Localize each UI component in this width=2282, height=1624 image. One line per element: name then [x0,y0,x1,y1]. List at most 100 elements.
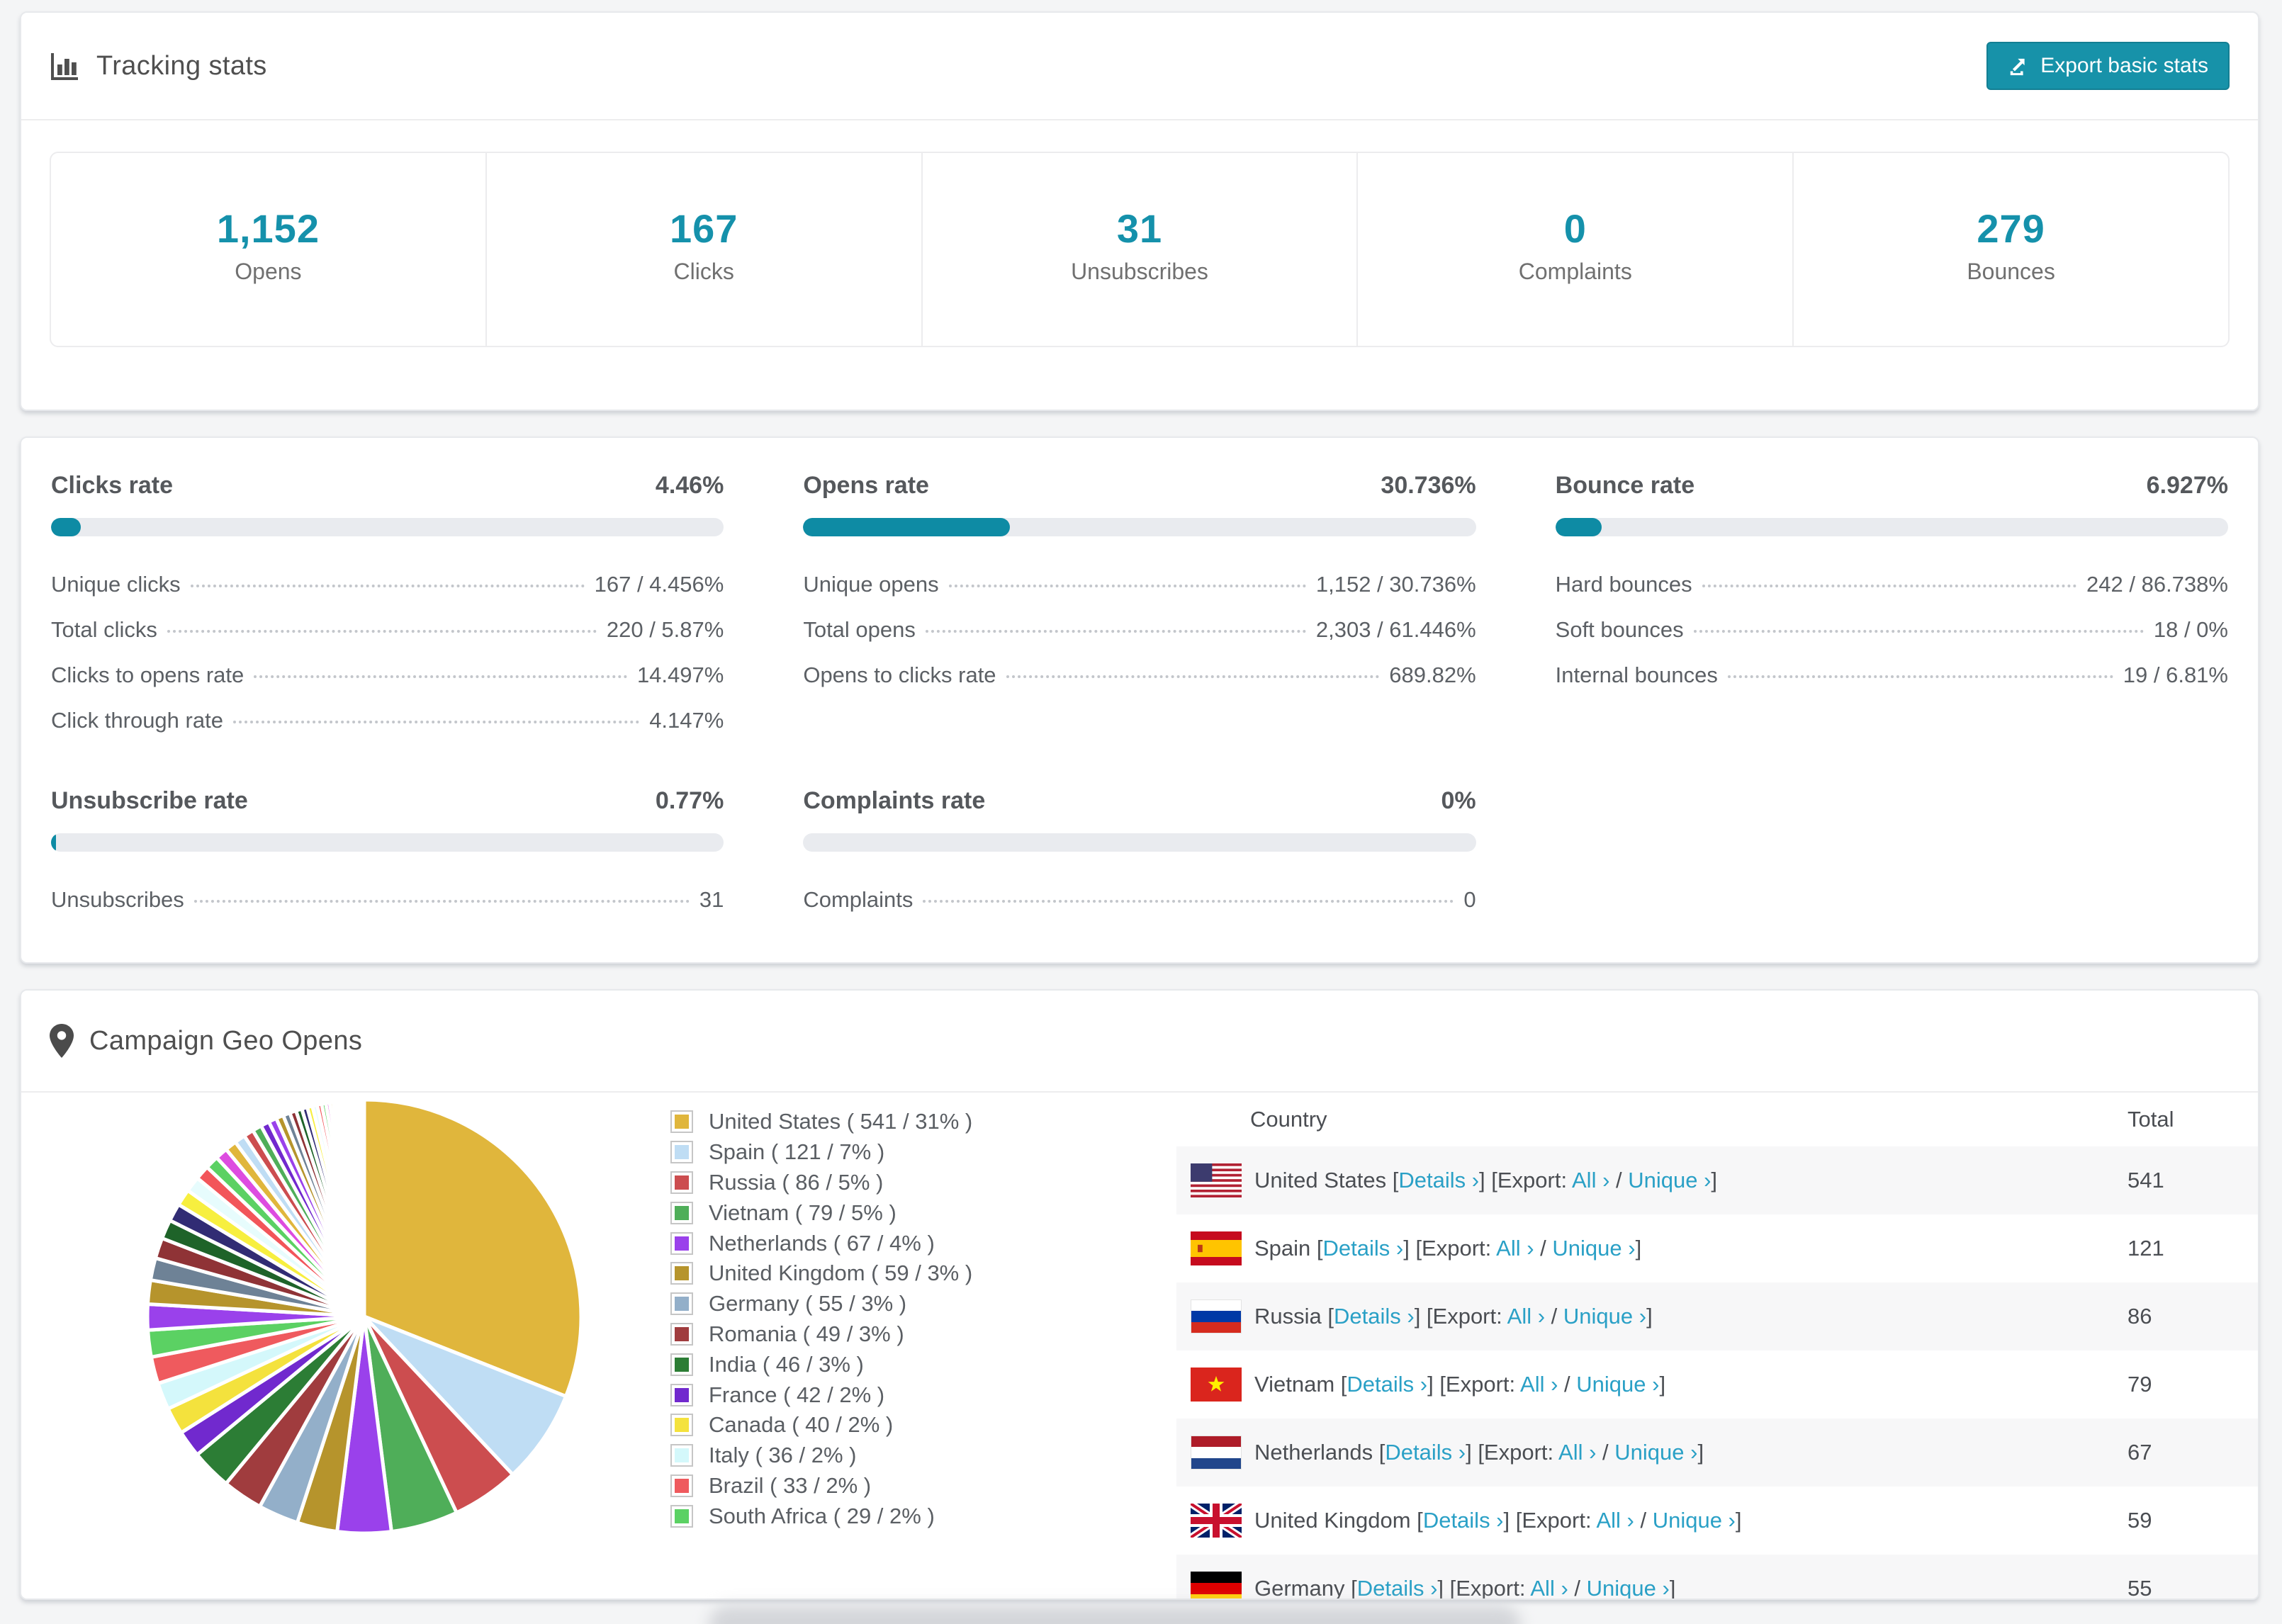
rate-progress-fill [803,518,1011,536]
row-total: 79 [2128,1372,2152,1397]
export-unique-link[interactable]: Unique › [1587,1576,1670,1598]
dotted-leader [232,721,640,723]
export-unique-link[interactable]: Unique › [1552,1236,1635,1261]
legend-label: United Kingdom ( 59 / 3% ) [709,1261,973,1286]
rate-row-label: Unique opens [803,572,939,597]
rate-row-label: Soft bounces [1555,617,1684,642]
stat-value: 31 [1116,206,1163,251]
rate-row-label: Hard bounces [1555,572,1692,597]
legend-item-vietnam[interactable]: Vietnam ( 79 / 5% ) [670,1197,972,1228]
legend-item-south-africa[interactable]: South Africa ( 29 / 2% ) [670,1501,972,1531]
rate-row-value: 18 / 0% [2153,617,2228,642]
rate-progress-fill [51,518,82,536]
germany-flag-icon [1191,1572,1242,1598]
geo-table-header: Country Total [1176,1093,2258,1146]
rate-row-value: 19 / 6.81% [2123,662,2228,687]
tracking-stats-header: Tracking stats Export basic stats [21,13,2258,120]
rate-rows: Unique opens 1,152 / 30.736% Total opens 2,… [803,572,1476,688]
rate-row-value: 689.82% [1389,662,1476,687]
rate-row: Complaints 0 [803,887,1476,913]
details-link[interactable]: Details › [1423,1508,1504,1533]
rate-progress-bar [1555,518,2228,536]
stat-box-opens: 1,152 Opens [51,153,487,346]
rate-section-complaints-rate: Complaints rate 0% Complaints 0 [803,787,1476,913]
rate-title: Bounce rate [1555,472,1695,499]
netherlands-flag-icon [1191,1436,1242,1470]
table-row-united-kingdom: United Kingdom [Details ›] [Export: All … [1176,1487,2258,1555]
country-cell-text: United Kingdom [Details ›] [Export: All … [1254,1508,1742,1533]
export-all-link[interactable]: All › [1530,1576,1568,1598]
rate-row-value: 220 / 5.87% [606,617,724,642]
export-all-link[interactable]: All › [1507,1304,1545,1329]
rate-value: 4.46% [655,472,724,499]
rate-value: 6.927% [2146,472,2228,499]
rate-row-label: Click through rate [51,708,223,733]
russia-flag-icon [1191,1299,1242,1333]
details-link[interactable]: Details › [1347,1372,1427,1397]
export-all-link[interactable]: All › [1572,1168,1609,1192]
rate-row-label: Unique clicks [51,572,181,597]
rate-section-clicks-rate: Clicks rate 4.46% Unique clicks 167 / 4.456… [51,472,724,733]
rate-row: Opens to clicks rate 689.82% [803,662,1476,688]
row-total: 55 [2128,1576,2152,1600]
export-all-link[interactable]: All › [1496,1236,1534,1261]
rate-row: Unique opens 1,152 / 30.736% [803,572,1476,597]
row-total: 67 [2128,1440,2152,1465]
dotted-leader [1006,675,1380,678]
details-link[interactable]: Details › [1385,1440,1466,1465]
dotted-leader [1727,675,2113,678]
export-unique-link[interactable]: Unique › [1614,1440,1697,1465]
legend-item-france[interactable]: France ( 42 / 2% ) [670,1380,972,1410]
stat-box-complaints: 0 Complaints [1358,153,1794,346]
rates-card: Clicks rate 4.46% Unique clicks 167 / 4.456… [20,436,2259,964]
legend-item-germany[interactable]: Germany ( 55 / 3% ) [670,1289,972,1319]
details-link[interactable]: Details › [1398,1168,1479,1192]
legend-label: Spain ( 121 / 7% ) [709,1139,885,1165]
stat-value: 167 [669,206,738,251]
geo-pie-chart[interactable] [143,1095,585,1538]
legend-swatch [670,1292,693,1316]
export-unique-link[interactable]: Unique › [1628,1168,1711,1192]
table-row-netherlands: Netherlands [Details ›] [Export: All › /… [1176,1419,2258,1487]
legend-label: Russia ( 86 / 5% ) [709,1169,884,1195]
legend-swatch [670,1322,693,1346]
rate-section-opens-rate: Opens rate 30.736% Unique opens 1,152 / 30.… [803,472,1476,733]
legend-label: Brazil ( 33 / 2% ) [709,1472,872,1498]
export-basic-stats-button[interactable]: Export basic stats [1986,42,2230,90]
stat-label: Complaints [1518,259,1632,284]
pie-slice-other[interactable] [361,1098,366,1319]
details-link[interactable]: Details › [1334,1304,1415,1329]
column-header-country: Country [1250,1107,1327,1132]
export-unique-link[interactable]: Unique › [1563,1304,1646,1329]
rate-section-header: Opens rate 30.736% [803,472,1476,500]
details-link[interactable]: Details › [1323,1236,1404,1261]
legend-swatch [670,1171,693,1194]
legend-item-russia[interactable]: Russia ( 86 / 5% ) [670,1168,972,1198]
legend-item-india[interactable]: India ( 46 / 3% ) [670,1349,972,1380]
export-all-link[interactable]: All › [1520,1372,1558,1397]
export-unique-link[interactable]: Unique › [1576,1372,1659,1397]
legend-item-canada[interactable]: Canada ( 40 / 2% ) [670,1410,972,1440]
rate-section-unsubscribe-rate: Unsubscribe rate 0.77% Unsubscribes 31 [51,787,724,913]
stat-label: Clicks [673,259,734,284]
stat-value: 0 [1563,206,1587,251]
legend-item-netherlands[interactable]: Netherlands ( 67 / 4% ) [670,1228,972,1258]
legend-item-spain[interactable]: Spain ( 121 / 7% ) [670,1137,972,1168]
rate-value: 0.77% [655,787,724,814]
country-name: Spain [ [1254,1236,1323,1261]
rate-row-value: 242 / 86.738% [2086,572,2228,597]
export-unique-link[interactable]: Unique › [1653,1508,1736,1533]
rate-row-label: Total clicks [51,617,157,642]
page-title: Tracking stats [96,50,267,81]
export-all-link[interactable]: All › [1558,1440,1596,1465]
legend-item-united-kingdom[interactable]: United Kingdom ( 59 / 3% ) [670,1258,972,1289]
legend-item-united-states[interactable]: United States ( 541 / 31% ) [670,1107,972,1137]
legend-item-italy[interactable]: Italy ( 36 / 2% ) [670,1440,972,1471]
details-link[interactable]: Details › [1357,1576,1438,1598]
horizontal-scrollbar-thumb[interactable] [709,1606,1521,1624]
export-all-link[interactable]: All › [1596,1508,1634,1533]
vietnam-flag-icon [1191,1368,1242,1402]
legend-item-brazil[interactable]: Brazil ( 33 / 2% ) [670,1471,972,1501]
rate-row-label: Clicks to opens rate [51,662,244,687]
legend-item-romania[interactable]: Romania ( 49 / 3% ) [670,1319,972,1350]
